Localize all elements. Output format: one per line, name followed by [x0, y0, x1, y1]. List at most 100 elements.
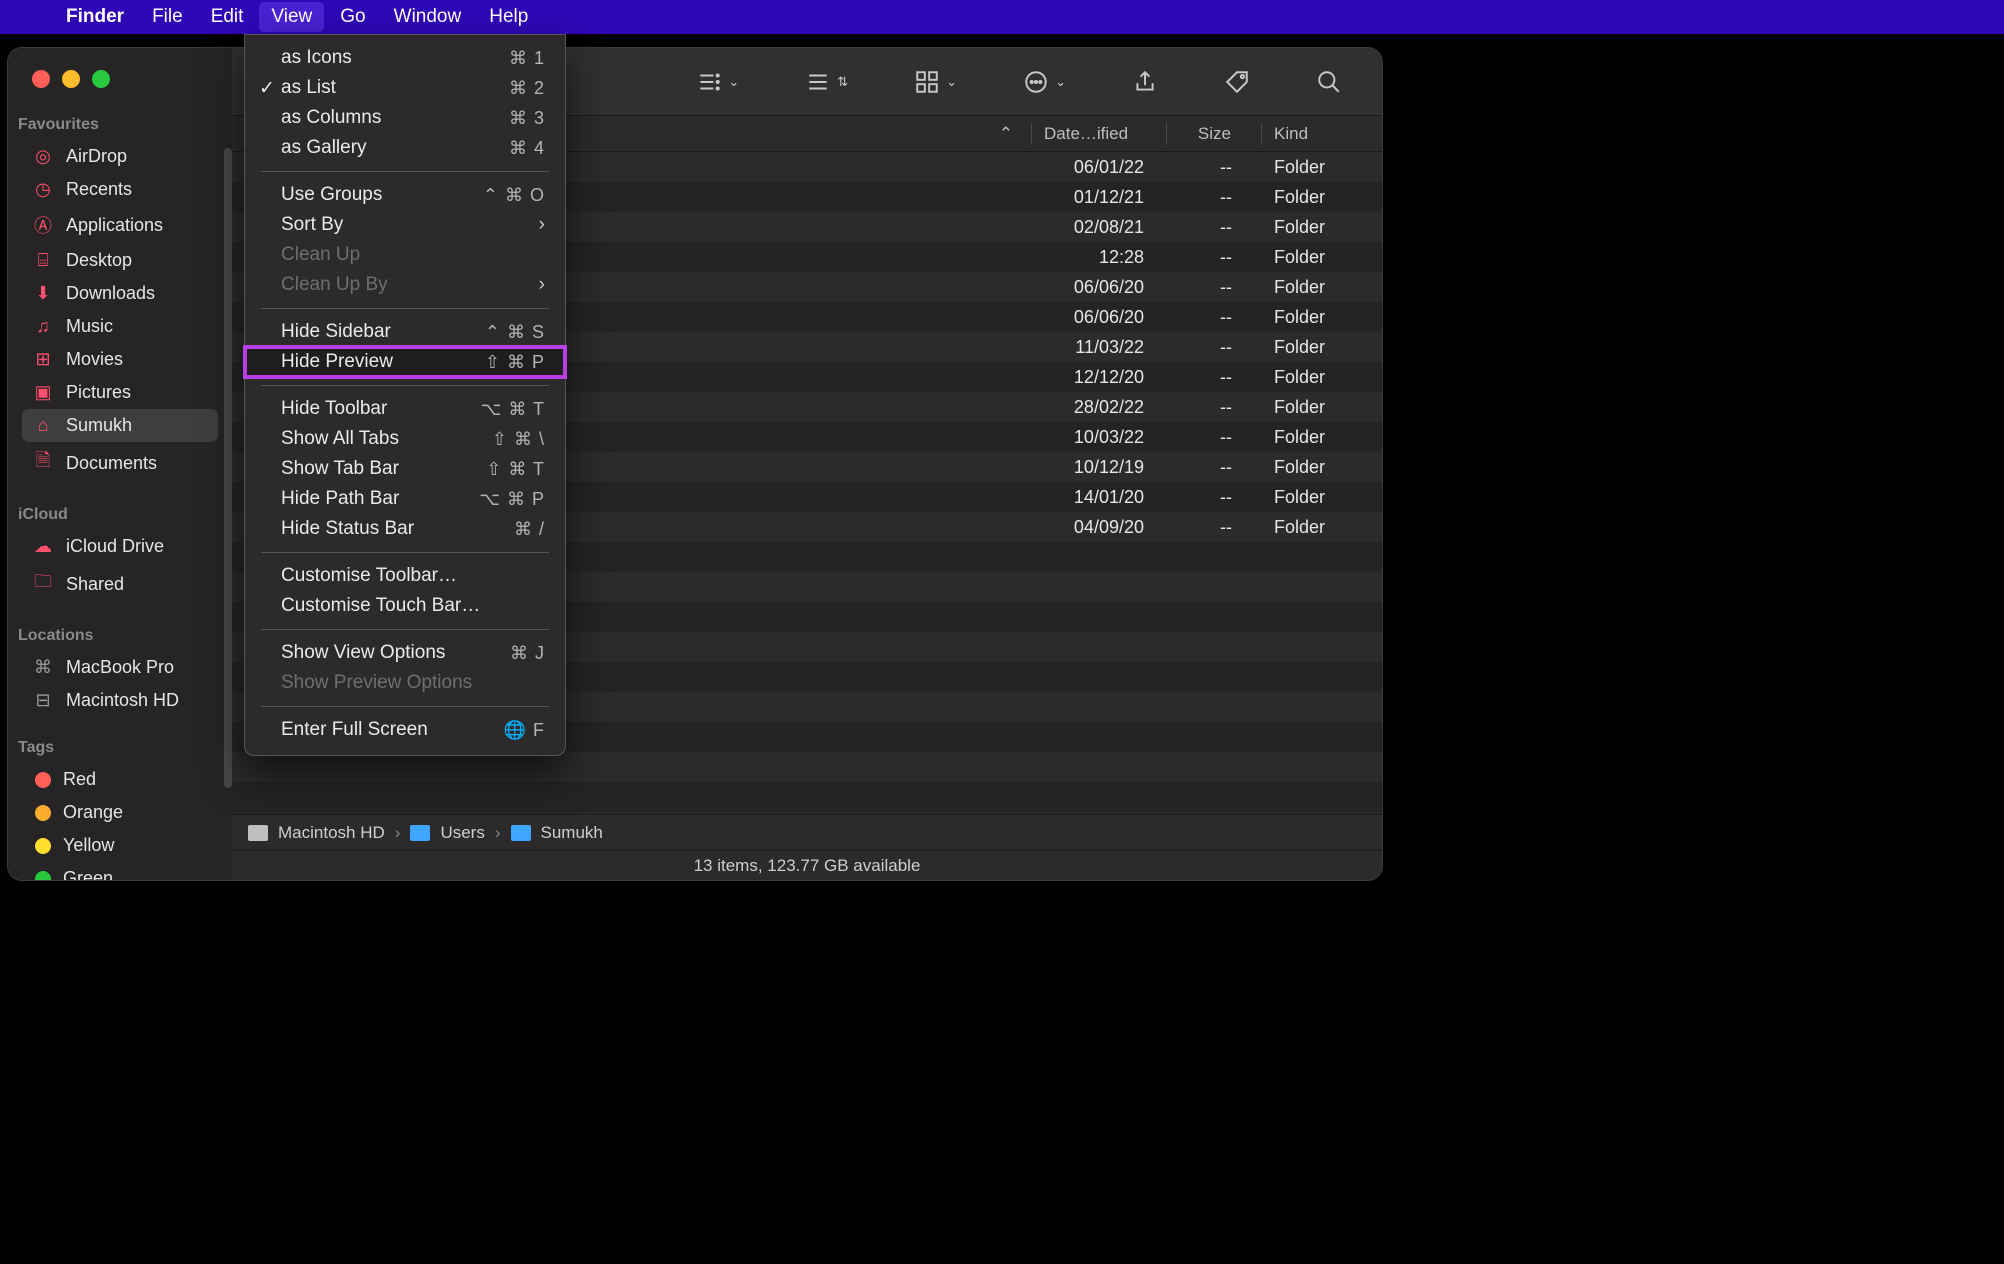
sidebar-header: iCloud	[8, 498, 232, 530]
menu-item-label: Customise Toolbar…	[281, 565, 457, 587]
cell-date: 01/12/21	[1034, 187, 1168, 208]
path-segment[interactable]: Macintosh HD	[278, 823, 385, 843]
movie-icon: ⊞	[32, 349, 54, 370]
more-button[interactable]: ⌄	[1023, 69, 1066, 95]
menu-item-hide-path-bar[interactable]: Hide Path Bar⌥ ⌘ P	[245, 484, 565, 514]
menu-separator	[261, 629, 549, 630]
menu-item-customise-toolbar-[interactable]: Customise Toolbar…	[245, 561, 565, 591]
path-segment[interactable]: Sumukh	[541, 823, 603, 843]
menubar-item-go[interactable]: Go	[328, 2, 377, 32]
sidebar-item-music[interactable]: ♫Music	[22, 310, 218, 343]
menubar: FinderFileEditViewGoWindowHelp	[0, 0, 2004, 34]
sidebar-item-yellow[interactable]: Yellow	[22, 829, 218, 862]
sidebar-item-label: MacBook Pro	[66, 657, 174, 678]
sidebar-item-sumukh[interactable]: ⌂Sumukh	[22, 409, 218, 442]
sidebar-item-applications[interactable]: Ⓐ Applications	[22, 206, 218, 244]
sidebar-item-airdrop[interactable]: ◎AirDrop	[22, 140, 218, 173]
sidebar-item-shared[interactable]: 🗀Shared	[22, 563, 218, 605]
sidebar-item-label: Movies	[66, 349, 123, 370]
share-button[interactable]	[1132, 69, 1158, 95]
download-icon: ⬇	[32, 283, 54, 304]
hd-icon: ⊟	[32, 690, 54, 711]
sidebar-item-macbook-pro[interactable]: ⌘MacBook Pro	[22, 651, 218, 684]
sidebar: Favourites◎AirDrop◷Recents Ⓐ Applications ⌸…	[8, 48, 232, 880]
menu-shortcut: ⇧ ⌘ T	[486, 459, 545, 480]
view-button[interactable]: ⇅	[805, 69, 848, 95]
menu-item-hide-toolbar[interactable]: Hide Toolbar⌥ ⌘ T	[245, 394, 565, 424]
sidebar-item-label: Downloads	[66, 283, 155, 304]
menu-item-hide-sidebar[interactable]: Hide Sidebar⌃ ⌘ S	[245, 317, 565, 347]
group-button[interactable]: ⌄	[696, 69, 739, 95]
sidebar-item-red[interactable]: Red	[22, 763, 218, 796]
sidebar-scrollbar[interactable]	[224, 148, 234, 880]
column-size[interactable]: Size	[1167, 124, 1261, 144]
sidebar-item-pictures[interactable]: ▣Pictures	[22, 376, 218, 409]
sidebar-item-movies[interactable]: ⊞ Movies	[22, 343, 218, 376]
cell-size: --	[1168, 517, 1262, 538]
path-segment[interactable]: Users	[440, 823, 484, 843]
menubar-item-file[interactable]: File	[140, 2, 195, 32]
window-controls	[8, 62, 232, 108]
menu-item-use-groups[interactable]: Use Groups⌃ ⌘ O	[245, 180, 565, 210]
menu-item-as-columns[interactable]: as Columns⌘ 3	[245, 103, 565, 133]
cell-kind: Folder	[1262, 397, 1382, 418]
menu-shortcut: ⌃ ⌘ S	[485, 322, 545, 343]
sidebar-item-recents[interactable]: ◷Recents	[22, 173, 218, 206]
sidebar-item-label: iCloud Drive	[66, 536, 164, 557]
menu-item-as-gallery[interactable]: as Gallery⌘ 4	[245, 133, 565, 163]
sidebar-item-label: Shared	[66, 574, 124, 595]
menu-item-enter-full-screen[interactable]: Enter Full Screen🌐 F	[245, 715, 565, 745]
menu-item-hide-preview[interactable]: Hide Preview⇧ ⌘ P	[245, 347, 565, 377]
menu-item-show-all-tabs[interactable]: Show All Tabs⇧ ⌘ \	[245, 424, 565, 454]
menu-item-label: Hide Toolbar	[281, 398, 387, 420]
menu-item-show-view-options[interactable]: Show View Options⌘ J	[245, 638, 565, 668]
folder-icon	[511, 825, 531, 841]
finder-window: Favourites◎AirDrop◷Recents Ⓐ Applications ⌸…	[8, 48, 1382, 880]
sidebar-header: Favourites	[8, 108, 232, 140]
column-kind[interactable]: Kind	[1262, 124, 1382, 144]
sidebar-item-label: Applications	[66, 215, 163, 236]
app-icon: Ⓐ	[32, 212, 54, 238]
cell-size: --	[1168, 157, 1262, 178]
menu-item-show-tab-bar[interactable]: Show Tab Bar⇧ ⌘ T	[245, 454, 565, 484]
menubar-item-help[interactable]: Help	[477, 2, 540, 32]
close-button[interactable]	[32, 70, 50, 88]
cell-kind: Folder	[1262, 427, 1382, 448]
menu-shortcut: ⌥ ⌘ P	[479, 489, 545, 510]
menubar-item-edit[interactable]: Edit	[199, 2, 256, 32]
minimize-button[interactable]	[62, 70, 80, 88]
sidebar-item-orange[interactable]: Orange	[22, 796, 218, 829]
chevron-right-icon: ›	[539, 274, 545, 296]
menu-item-as-icons[interactable]: as Icons⌘ 1	[245, 43, 565, 73]
menu-item-sort-by[interactable]: Sort By›	[245, 210, 565, 240]
sidebar-item-downloads[interactable]: ⬇ Downloads	[22, 277, 218, 310]
menu-item-customise-touch-bar-[interactable]: Customise Touch Bar…	[245, 591, 565, 621]
share-grid-button[interactable]: ⌄	[914, 69, 957, 95]
menubar-item-finder[interactable]: Finder	[54, 2, 136, 32]
cell-size: --	[1168, 217, 1262, 238]
sidebar-item-documents[interactable]: 🗎Documents	[22, 442, 218, 484]
menu-item-label: Hide Status Bar	[281, 518, 414, 540]
menu-item-as-list[interactable]: ✓as List⌘ 2	[245, 73, 565, 103]
cell-date: 06/06/20	[1034, 307, 1168, 328]
folder-icon	[410, 825, 430, 841]
sidebar-item-macintosh-hd[interactable]: ⊟Macintosh HD	[22, 684, 218, 717]
table-row-empty	[232, 752, 1382, 782]
menubar-item-window[interactable]: Window	[382, 2, 474, 32]
sidebar-item-icloud-drive[interactable]: ☁iCloud Drive	[22, 530, 218, 563]
tags-button[interactable]	[1224, 69, 1250, 95]
menu-shortcut: ⌘ /	[514, 519, 545, 540]
menubar-item-view[interactable]: View	[259, 2, 324, 32]
cell-kind: Folder	[1262, 217, 1382, 238]
sidebar-item-label: Documents	[66, 453, 157, 474]
sidebar-item-green[interactable]: Green	[22, 862, 218, 880]
cell-kind: Folder	[1262, 367, 1382, 388]
sidebar-item-desktop[interactable]: ⌸Desktop	[22, 244, 218, 277]
menu-separator	[261, 706, 549, 707]
fullscreen-button[interactable]	[92, 70, 110, 88]
sidebar-item-label: Yellow	[63, 835, 114, 856]
menu-item-hide-status-bar[interactable]: Hide Status Bar ⌘ /	[245, 514, 565, 544]
column-date[interactable]: Date…ified	[1032, 124, 1166, 144]
cell-date: 06/06/20	[1034, 277, 1168, 298]
search-button[interactable]	[1316, 69, 1342, 95]
